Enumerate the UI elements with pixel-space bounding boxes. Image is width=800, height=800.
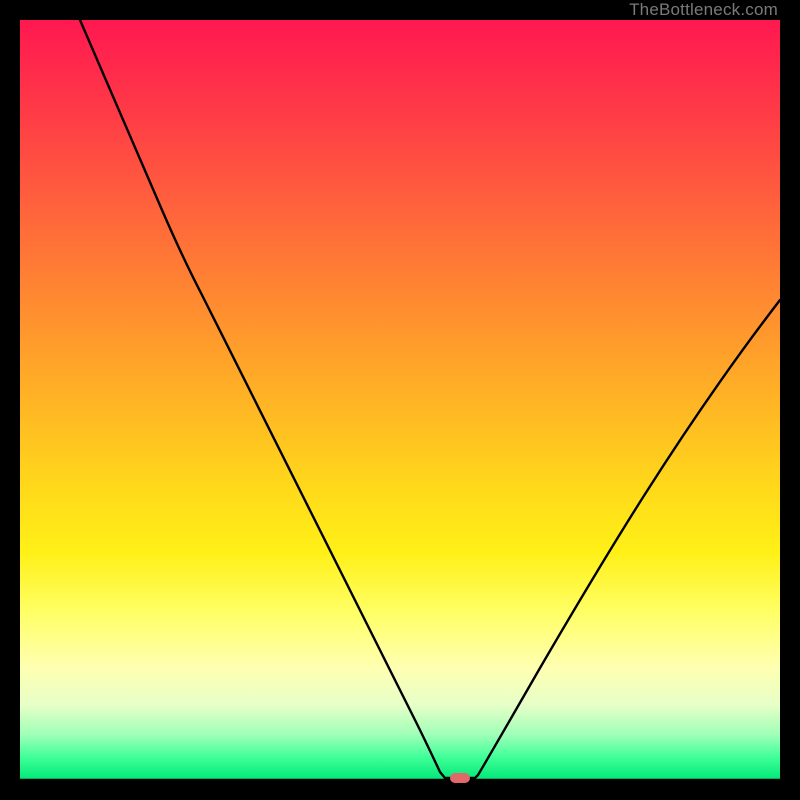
chart-frame: TheBottleneck.com [0, 0, 800, 800]
optimal-marker [450, 773, 470, 783]
curve-path [80, 20, 780, 778]
bottleneck-curve [20, 20, 780, 780]
watermark-text: TheBottleneck.com [629, 0, 778, 20]
